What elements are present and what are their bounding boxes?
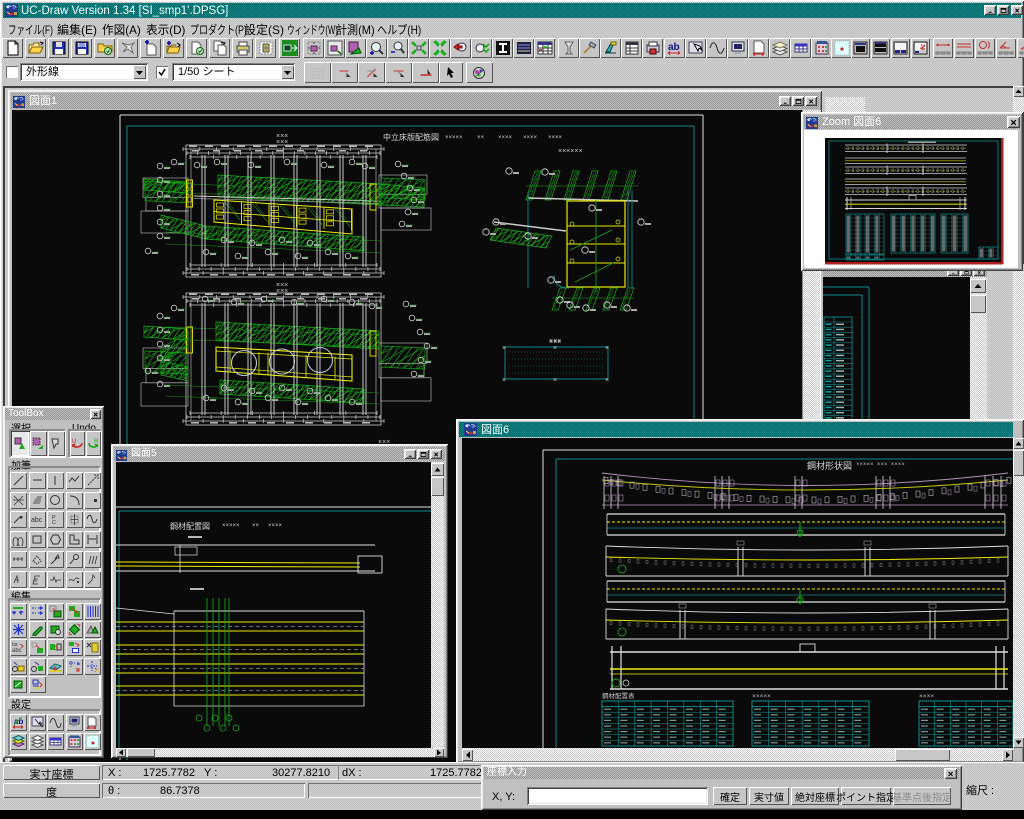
svg-text:××××: ×××× bbox=[523, 135, 538, 141]
svg-text:×××××: ××××× bbox=[445, 135, 463, 141]
svg-text:×: × bbox=[502, 377, 506, 384]
svg-text:abc: abc bbox=[31, 517, 43, 524]
svg-text:××××: ×××× bbox=[498, 135, 513, 141]
svg-text:中立床版配筋図: 中立床版配筋図 bbox=[383, 132, 439, 142]
svg-text:×: × bbox=[553, 377, 557, 384]
svg-text:鋼材配置表: 鋼材配置表 bbox=[602, 691, 635, 700]
svg-text:×××××: ××××× bbox=[752, 693, 771, 700]
svg-text:××××× ××× ××××: ××××× ××× ×××× bbox=[856, 462, 905, 468]
svg-text:××: ×× bbox=[252, 523, 260, 529]
svg-text:××××: ×××× bbox=[919, 693, 934, 700]
svg-text:×: × bbox=[502, 345, 506, 352]
svg-text:××××××: ×××××× bbox=[558, 148, 583, 155]
svg-text:ab: ab bbox=[14, 717, 23, 726]
svg-text:×××: ××× bbox=[549, 338, 561, 345]
svg-text:××: ×× bbox=[477, 135, 485, 141]
svg-text:×××××: ××××× bbox=[222, 523, 240, 529]
svg-text:×: × bbox=[605, 377, 609, 384]
svg-text:××××: ×××× bbox=[268, 523, 283, 529]
svg-text:××××: ×××× bbox=[548, 135, 563, 141]
svg-text:C: C bbox=[52, 520, 56, 526]
svg-text:×: × bbox=[553, 345, 557, 352]
svg-text:鋼材形状図: 鋼材形状図 bbox=[807, 460, 852, 471]
svg-text:鋼材配置図: 鋼材配置図 bbox=[170, 521, 210, 531]
svg-text:×: × bbox=[605, 345, 609, 352]
svg-text:abc: abc bbox=[12, 648, 22, 654]
